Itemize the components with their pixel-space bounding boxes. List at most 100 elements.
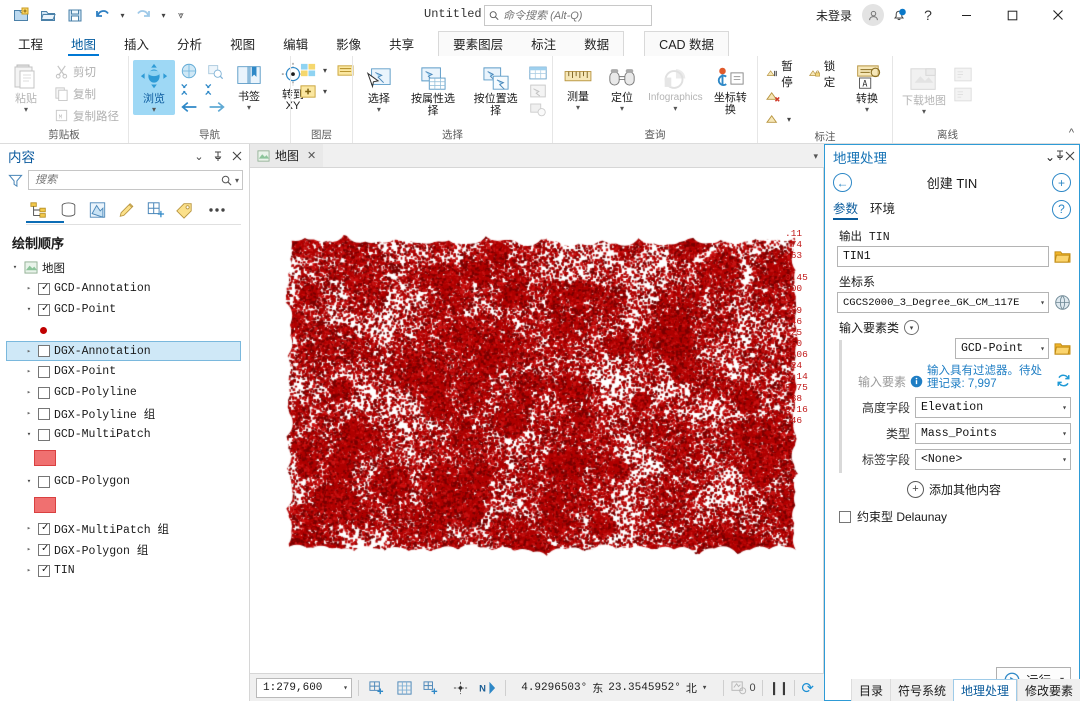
avatar[interactable] <box>862 4 884 26</box>
minimize-button[interactable] <box>944 0 988 30</box>
help-icon[interactable]: ? <box>914 3 942 27</box>
layer-visibility-checkbox[interactable] <box>38 304 50 316</box>
snapping-icon[interactable] <box>421 678 443 698</box>
customize-qat-icon[interactable]: ⩔ <box>171 3 191 27</box>
tree-item-dgx-polyline-group[interactable]: ▸ DGX-Polyline 组 <box>6 403 249 424</box>
ribbon-tab-share[interactable]: 共享 <box>375 32 428 56</box>
map-tab-close-icon[interactable]: ✕ <box>307 149 316 162</box>
list-by-snapping-icon[interactable] <box>142 198 168 222</box>
coordinate-conversion-button[interactable]: 坐标转换 <box>708 64 753 118</box>
info-icon[interactable] <box>910 375 923 388</box>
tab-environments[interactable]: 环境 <box>870 198 895 220</box>
lock-labeling-button[interactable]: 锁定 <box>805 63 845 84</box>
ribbon-tab-edit[interactable]: 编辑 <box>269 32 322 56</box>
coordinate-system-select[interactable]: CGCS2000_3_Degree_GK_CM_117E ▾ <box>837 292 1049 313</box>
infographics-dropdown-icon[interactable]: ▾ <box>673 105 677 112</box>
previous-extent-icon[interactable] <box>180 100 199 114</box>
contents-menu-icon[interactable]: ⌄ <box>191 147 207 165</box>
tag-field-select[interactable]: <None> ▾ <box>915 449 1071 470</box>
select-button[interactable]: 选择 ▾ <box>357 64 401 115</box>
polygon-symbol-swatch[interactable] <box>34 450 56 466</box>
full-extent-icon[interactable] <box>180 62 198 80</box>
tab-parameters[interactable]: 参数 <box>833 198 858 220</box>
layer-visibility-checkbox[interactable] <box>38 408 50 420</box>
measure-dropdown-icon[interactable]: ▾ <box>576 104 580 111</box>
expand-arrow-icon[interactable]: ▾ <box>10 263 20 272</box>
undo-icon[interactable] <box>89 3 115 27</box>
ribbon-tab-view[interactable]: 视图 <box>216 32 269 56</box>
open-project-icon[interactable] <box>35 3 61 27</box>
dock-tab-geoprocessing[interactable]: 地理处理 <box>953 679 1017 701</box>
tree-item-dgx-point[interactable]: ▸ DGX-Point <box>6 361 249 382</box>
expand-arrow-icon[interactable]: ▸ <box>24 524 34 533</box>
filter-icon[interactable] <box>8 173 23 188</box>
geoprocessing-menu-icon[interactable]: ⌄ <box>1045 150 1055 164</box>
layer-visibility-checkbox[interactable] <box>38 366 50 378</box>
remove-labeling-button[interactable] <box>762 86 796 107</box>
north-arrow-icon[interactable]: N <box>477 678 499 698</box>
undo-dropdown-icon[interactable]: ▾ <box>116 3 129 27</box>
clear-selection-icon[interactable] <box>528 101 548 117</box>
dock-tab-symbology[interactable]: 符号系统 <box>890 679 953 701</box>
ribbon-tab-imagery[interactable]: 影像 <box>322 32 375 56</box>
locate-dropdown-icon[interactable]: ▾ <box>620 105 624 112</box>
notification-bell-icon[interactable] <box>886 3 912 27</box>
tree-item-gcd-point-symbol[interactable] <box>6 320 249 341</box>
convert-labels-dropdown-icon[interactable]: ▾ <box>865 106 869 113</box>
constrained-delaunay-checkbox[interactable] <box>839 511 851 523</box>
constrained-delaunay-row[interactable]: 约束型 Delaunay <box>839 508 1071 525</box>
layer-visibility-checkbox[interactable] <box>38 345 50 357</box>
tree-item-tin[interactable]: ▸ TIN <box>6 560 249 581</box>
explore-dropdown-icon[interactable]: ▾ <box>152 106 156 113</box>
chevron-down-icon[interactable]: ▾ <box>1060 403 1067 413</box>
collapse-section-icon[interactable]: ▾ <box>904 320 919 335</box>
tree-item-gcd-annotation[interactable]: ▸ GCD-Annotation <box>6 278 249 299</box>
tree-item-dgx-multipatch-group[interactable]: ▸ DGX-MultiPatch 组 <box>6 518 249 539</box>
map-canvas[interactable]: .11.74.6310.45.001.89.46.25.608.06.249.1… <box>250 168 824 673</box>
expand-arrow-icon[interactable]: ▾ <box>24 477 34 486</box>
explore-button[interactable]: 浏览 ▾ <box>133 60 175 115</box>
contents-search-dropdown-icon[interactable]: ▾ <box>232 176 239 185</box>
close-button[interactable] <box>1036 0 1080 30</box>
select-by-attributes-button[interactable]: 按属性选择 <box>403 64 464 119</box>
save-project-icon[interactable] <box>62 3 88 27</box>
layer-visibility-checkbox[interactable] <box>38 565 50 577</box>
basemap-dropdown-icon[interactable]: ▾ <box>323 66 327 75</box>
bookmarks-dropdown-icon[interactable]: ▾ <box>247 104 251 111</box>
basemap-icon[interactable] <box>299 62 318 79</box>
zoom-in-fixed-icon[interactable] <box>180 82 197 97</box>
next-extent-icon[interactable] <box>207 100 226 114</box>
ribbon-tab-labeling[interactable]: 标注 <box>517 33 570 56</box>
select-by-location-button[interactable]: 按位置选择 <box>465 64 526 119</box>
geoprocessing-close-icon[interactable] <box>1065 150 1075 164</box>
add-data-icon[interactable] <box>365 678 387 698</box>
ribbon-tab-project[interactable]: 工程 <box>4 32 57 56</box>
type-select[interactable]: Mass_Points ▾ <box>915 423 1071 444</box>
contents-pin-icon[interactable] <box>210 147 226 165</box>
bookmarks-button[interactable]: 书签 ▾ <box>228 60 270 113</box>
layer-visibility-checkbox[interactable] <box>38 387 50 399</box>
globe-icon[interactable] <box>1054 294 1071 311</box>
chevron-down-icon[interactable]: ▾ <box>1060 429 1067 439</box>
tree-item-gcd-multipatch[interactable]: ▾ GCD-MultiPatch <box>6 424 249 445</box>
expand-arrow-icon[interactable]: ▸ <box>24 409 34 418</box>
convert-labels-button[interactable]: A 转换 ▾ <box>846 62 888 115</box>
tree-item-gcd-point[interactable]: ▾ GCD-Point <box>6 299 249 320</box>
map-view-tab[interactable]: 地图 ✕ <box>250 144 323 167</box>
tree-item-gcd-polyline[interactable]: ▸ GCD-Polyline <box>6 382 249 403</box>
chevron-down-icon[interactable]: ▾ <box>1038 298 1045 308</box>
add-another-button[interactable]: + 添加其他内容 <box>837 481 1071 498</box>
ribbon-tab-data[interactable]: 数据 <box>570 33 623 56</box>
list-by-selection-icon[interactable] <box>84 198 110 222</box>
measure-button[interactable]: 测量 ▾ <box>557 64 599 113</box>
infographics-button[interactable]: Infographics ▾ <box>645 64 706 114</box>
height-field-select[interactable]: Elevation ▾ <box>915 397 1071 418</box>
selected-features-indicator[interactable]: 0 <box>730 680 756 695</box>
expand-arrow-icon[interactable]: ▸ <box>24 545 34 554</box>
chevron-down-icon[interactable]: ▾ <box>1038 344 1045 354</box>
expand-arrow-icon[interactable]: ▸ <box>24 367 34 376</box>
tree-item-gcd-polygon[interactable]: ▾ GCD-Polygon <box>6 471 249 492</box>
list-by-editing-icon[interactable] <box>113 198 139 222</box>
list-by-data-source-icon[interactable] <box>55 198 81 222</box>
sync-replica-icon[interactable] <box>953 66 973 83</box>
